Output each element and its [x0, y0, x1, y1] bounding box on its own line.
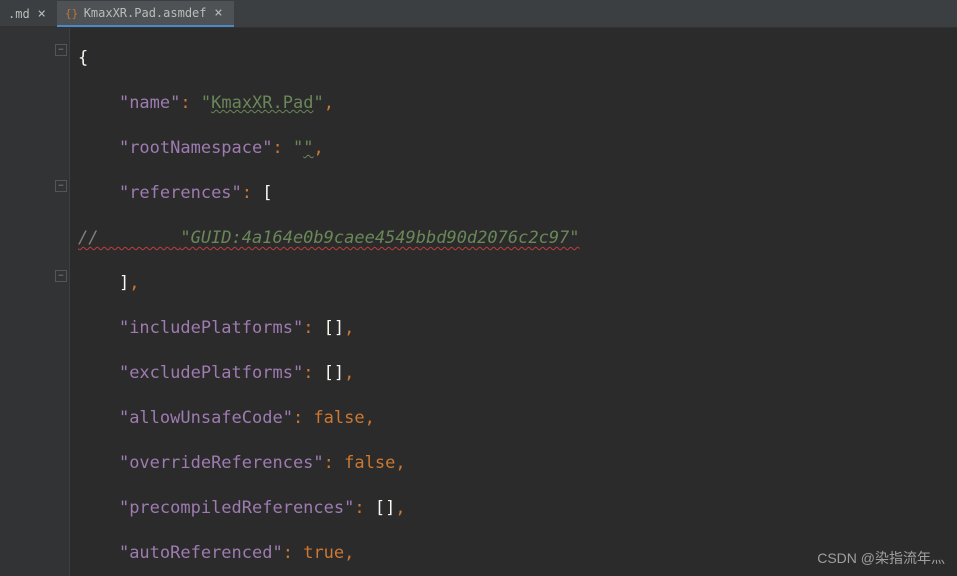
- json-icon: {}: [65, 6, 79, 20]
- code-line: ],: [70, 261, 957, 306]
- code-line: "includePlatforms": [],: [70, 306, 957, 351]
- tab-md[interactable]: .md ×: [0, 1, 57, 27]
- code-line: {: [70, 36, 957, 81]
- tab-md-label: .md: [8, 7, 30, 21]
- gutter: − − −: [0, 28, 70, 576]
- close-icon[interactable]: ×: [212, 6, 226, 20]
- watermark: CSDN @染指流年灬: [817, 548, 945, 568]
- code-line: "overrideReferences": false,: [70, 441, 957, 486]
- fold-marker-icon[interactable]: −: [55, 44, 67, 56]
- tab-asmdef[interactable]: {} KmaxXR.Pad.asmdef ×: [57, 1, 234, 27]
- code-area[interactable]: { "name": "KmaxXR.Pad", "rootNamespace":…: [70, 28, 957, 576]
- close-icon[interactable]: ×: [35, 7, 49, 21]
- code-line: "excludePlatforms": [],: [70, 351, 957, 396]
- code-line: "precompiledReferences": [],: [70, 486, 957, 531]
- fold-marker-icon[interactable]: −: [55, 180, 67, 192]
- code-line: "name": "KmaxXR.Pad",: [70, 81, 957, 126]
- svg-text:{}: {}: [65, 7, 78, 20]
- fold-marker-icon[interactable]: −: [55, 270, 67, 282]
- code-line: "rootNamespace": "",: [70, 126, 957, 171]
- tab-asmdef-label: KmaxXR.Pad.asmdef: [84, 6, 207, 20]
- code-line: // "GUID:4a164e0b9caee4549bbd90d2076c2c9…: [70, 216, 957, 261]
- editor: − − − { "name": "KmaxXR.Pad", "rootNames…: [0, 28, 957, 576]
- code-line: "references": [: [70, 171, 957, 216]
- code-line: "allowUnsafeCode": false,: [70, 396, 957, 441]
- tab-bar: .md × {} KmaxXR.Pad.asmdef ×: [0, 0, 957, 28]
